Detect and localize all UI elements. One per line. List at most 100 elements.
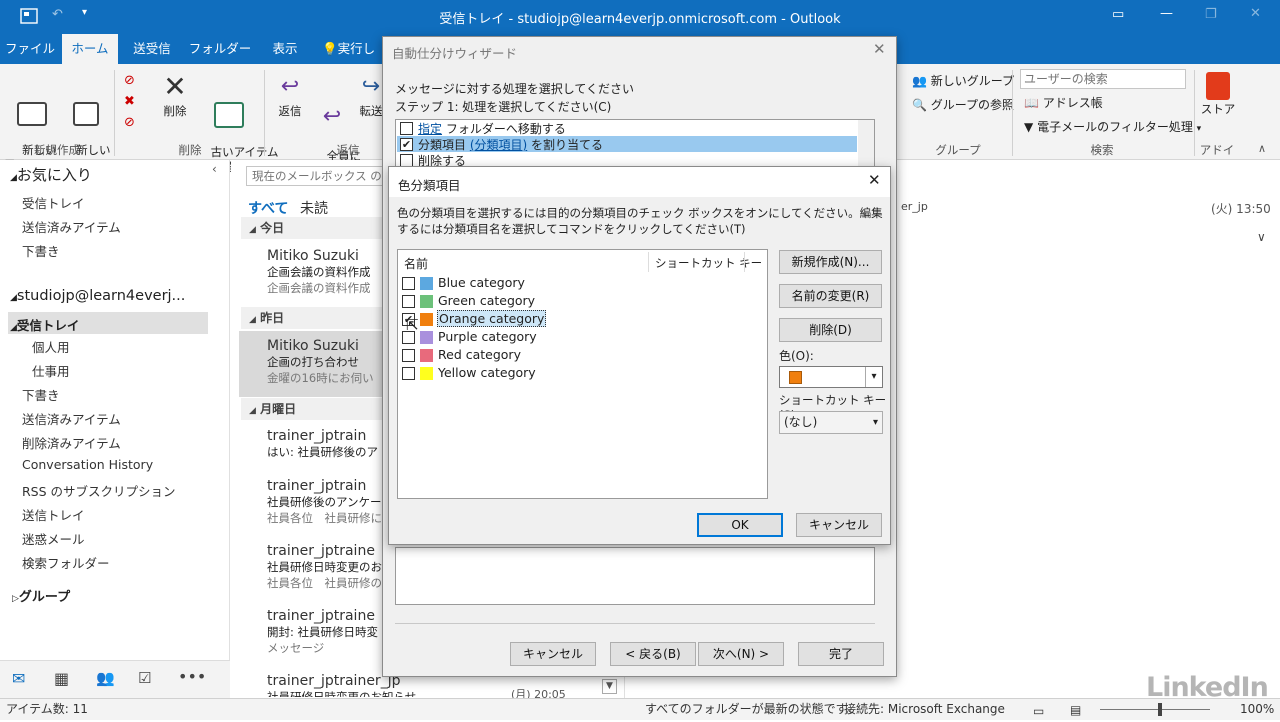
reading-sender: er_jp — [901, 200, 928, 213]
zoom-slider[interactable] — [1100, 709, 1210, 710]
folder-outbox[interactable]: 送信トレイ — [22, 505, 85, 524]
category-name: Blue category — [438, 275, 525, 290]
new-category-button[interactable]: 新規作成(N)... — [779, 250, 882, 274]
filter-email-button[interactable]: ▼ 電子メールのフィルター処理 ▾ — [1024, 118, 1201, 135]
scrollbar[interactable] — [858, 120, 874, 166]
folder-junk[interactable]: 迷惑メール — [22, 529, 85, 548]
ribbon-separator — [114, 70, 115, 156]
column-header-name[interactable]: 名前 — [404, 255, 428, 272]
groups-header[interactable]: ▷グループ — [12, 586, 70, 605]
collapse-ribbon-icon[interactable]: ∧ — [1258, 142, 1266, 155]
color-swatch — [420, 349, 433, 362]
account-header[interactable]: ◢studiojp@learn4everj... — [10, 288, 185, 304]
search-people-input[interactable] — [1020, 69, 1186, 89]
action-item[interactable]: ✔ 分類項目 (分類項目) を割り当てる — [397, 136, 857, 152]
tasks-icon[interactable]: ☑ — [138, 669, 151, 687]
folder-inbox[interactable]: ◢受信トレイ — [10, 315, 79, 334]
minimize-icon[interactable]: — — [1160, 6, 1173, 21]
chevron-down-icon[interactable]: ▾ — [865, 367, 882, 387]
ignore-cleanup-icons[interactable]: ⊘ ✖ ⊘ — [124, 70, 135, 133]
people-icon[interactable]: 👥 — [96, 669, 115, 687]
folder-rss[interactable]: RSS のサブスクリプション — [22, 481, 176, 500]
group-label-delete: 削除 — [178, 143, 202, 157]
normal-view-icon[interactable]: ▭ — [1033, 701, 1044, 722]
color-swatch — [420, 367, 433, 380]
next-button[interactable]: 次へ(N) > — [698, 642, 784, 666]
category-row-yellow[interactable]: Yellow category — [401, 364, 761, 382]
wizard-cancel-button[interactable]: キャンセル — [510, 642, 596, 666]
checkbox[interactable] — [402, 367, 415, 380]
expand-header-icon[interactable]: ∨ — [1257, 230, 1266, 244]
folder-search-folders[interactable]: 検索フォルダー — [22, 553, 110, 572]
tab-folder[interactable]: フォルダー — [188, 34, 252, 64]
calendar-icon[interactable]: ▦ — [54, 669, 69, 688]
store-bag-icon — [1206, 72, 1230, 100]
tab-view[interactable]: 表示 — [262, 34, 308, 64]
category-row-orange[interactable]: ✔ Orange category — [401, 310, 761, 328]
category-row-green[interactable]: Green category — [401, 292, 761, 310]
categories-list: 名前 ショートカット キー Blue category Green catego… — [397, 249, 768, 499]
category-name: Green category — [438, 293, 536, 308]
back-button[interactable]: < 戻る(B) — [610, 642, 696, 666]
triangle-down-icon: ◢ — [249, 406, 256, 416]
folder-deleted-items[interactable]: 削除済みアイテム — [22, 433, 121, 452]
tab-tell-me[interactable]: 💡実行した — [322, 34, 384, 86]
shortcut-key-select[interactable]: (なし) ▾ — [779, 411, 883, 434]
fav-inbox[interactable]: 受信トレイ — [22, 193, 85, 212]
restore-icon[interactable]: ❐ — [1205, 7, 1217, 22]
reading-view-icon[interactable]: ▤ — [1070, 700, 1081, 721]
cancel-button[interactable]: キャンセル — [796, 513, 882, 537]
fav-drafts[interactable]: 下書き — [22, 241, 60, 260]
scroll-down-icon[interactable]: ▼ — [602, 679, 617, 694]
favorites-header[interactable]: ◢お気に入り — [10, 164, 92, 185]
folder-work[interactable]: 仕事用 — [32, 361, 70, 380]
ribbon-display-icon[interactable]: ▭ — [1112, 7, 1124, 22]
reply-button[interactable]: ↩ 返信 — [272, 72, 308, 119]
close-icon[interactable]: ✕ — [1250, 6, 1261, 21]
new-group-button[interactable]: 👥 新しいグループ — [912, 72, 1014, 89]
group-label-respond: 返信 — [336, 143, 360, 157]
checkbox[interactable] — [402, 295, 415, 308]
collapse-pane-icon[interactable]: ‹ — [212, 162, 217, 176]
action-item[interactable]: 指定 フォルダーへ移動する — [397, 120, 857, 136]
checkbox[interactable] — [402, 277, 415, 290]
title-bar: ↶ ▾ 受信トレイ - studiojp@learn4everjp.onmicr… — [0, 0, 1280, 34]
category-row-blue[interactable]: Blue category — [401, 274, 761, 292]
folder-sent-items[interactable]: 送信済みアイテム — [22, 409, 121, 428]
filter-all-tab[interactable]: すべて — [248, 198, 288, 218]
ok-button[interactable]: OK — [697, 513, 783, 537]
browse-groups-button[interactable]: 🔍 グループの参照 — [912, 96, 1014, 113]
delete-button[interactable]: ✕ 削除 — [156, 72, 194, 119]
more-modules-icon[interactable]: ••• — [178, 667, 206, 686]
checkbox-checked[interactable]: ✔ — [400, 138, 413, 151]
mail-icon[interactable]: ✉ — [12, 669, 25, 688]
mailbox-search-input[interactable] — [246, 166, 386, 186]
close-icon[interactable]: ✕ — [873, 40, 886, 58]
dialog-title: 自動仕分けウィザード — [392, 46, 518, 61]
new-items-icon — [73, 102, 99, 126]
checkbox[interactable] — [402, 349, 415, 362]
rename-category-button[interactable]: 名前の変更(R) — [779, 284, 882, 308]
folder-personal[interactable]: 個人用 — [32, 337, 70, 356]
address-book-button[interactable]: 📖 アドレス帳 — [1024, 94, 1103, 111]
category-row-red[interactable]: Red category — [401, 346, 761, 364]
triangle-down-icon: ◢ — [10, 323, 17, 333]
folder-conversation-history[interactable]: Conversation History — [22, 457, 153, 472]
finish-button[interactable]: 完了 — [798, 642, 884, 666]
chevron-down-icon: ▾ — [872, 417, 878, 428]
filter-unread-tab[interactable]: 未読 — [300, 198, 328, 218]
tab-home[interactable]: ホーム — [62, 34, 118, 64]
delete-category-button[interactable]: 削除(D) — [779, 318, 882, 342]
category-row-purple[interactable]: Purple category — [401, 328, 761, 346]
folder-drafts[interactable]: 下書き — [22, 385, 60, 404]
tab-send-receive[interactable]: 送受信 — [124, 34, 180, 64]
zoom-slider-thumb[interactable] — [1158, 703, 1162, 716]
address-book-icon: 📖 — [1024, 96, 1039, 110]
tab-file[interactable]: ファイル — [4, 34, 56, 64]
checkbox[interactable] — [400, 122, 413, 135]
store-button[interactable]: ストア — [1198, 72, 1238, 117]
close-icon[interactable]: ✕ — [868, 171, 881, 189]
color-picker-dropdown[interactable]: ▾ — [779, 366, 883, 388]
column-header-shortcut[interactable]: ショートカット キー — [655, 255, 762, 271]
fav-sent-items[interactable]: 送信済みアイテム — [22, 217, 121, 236]
